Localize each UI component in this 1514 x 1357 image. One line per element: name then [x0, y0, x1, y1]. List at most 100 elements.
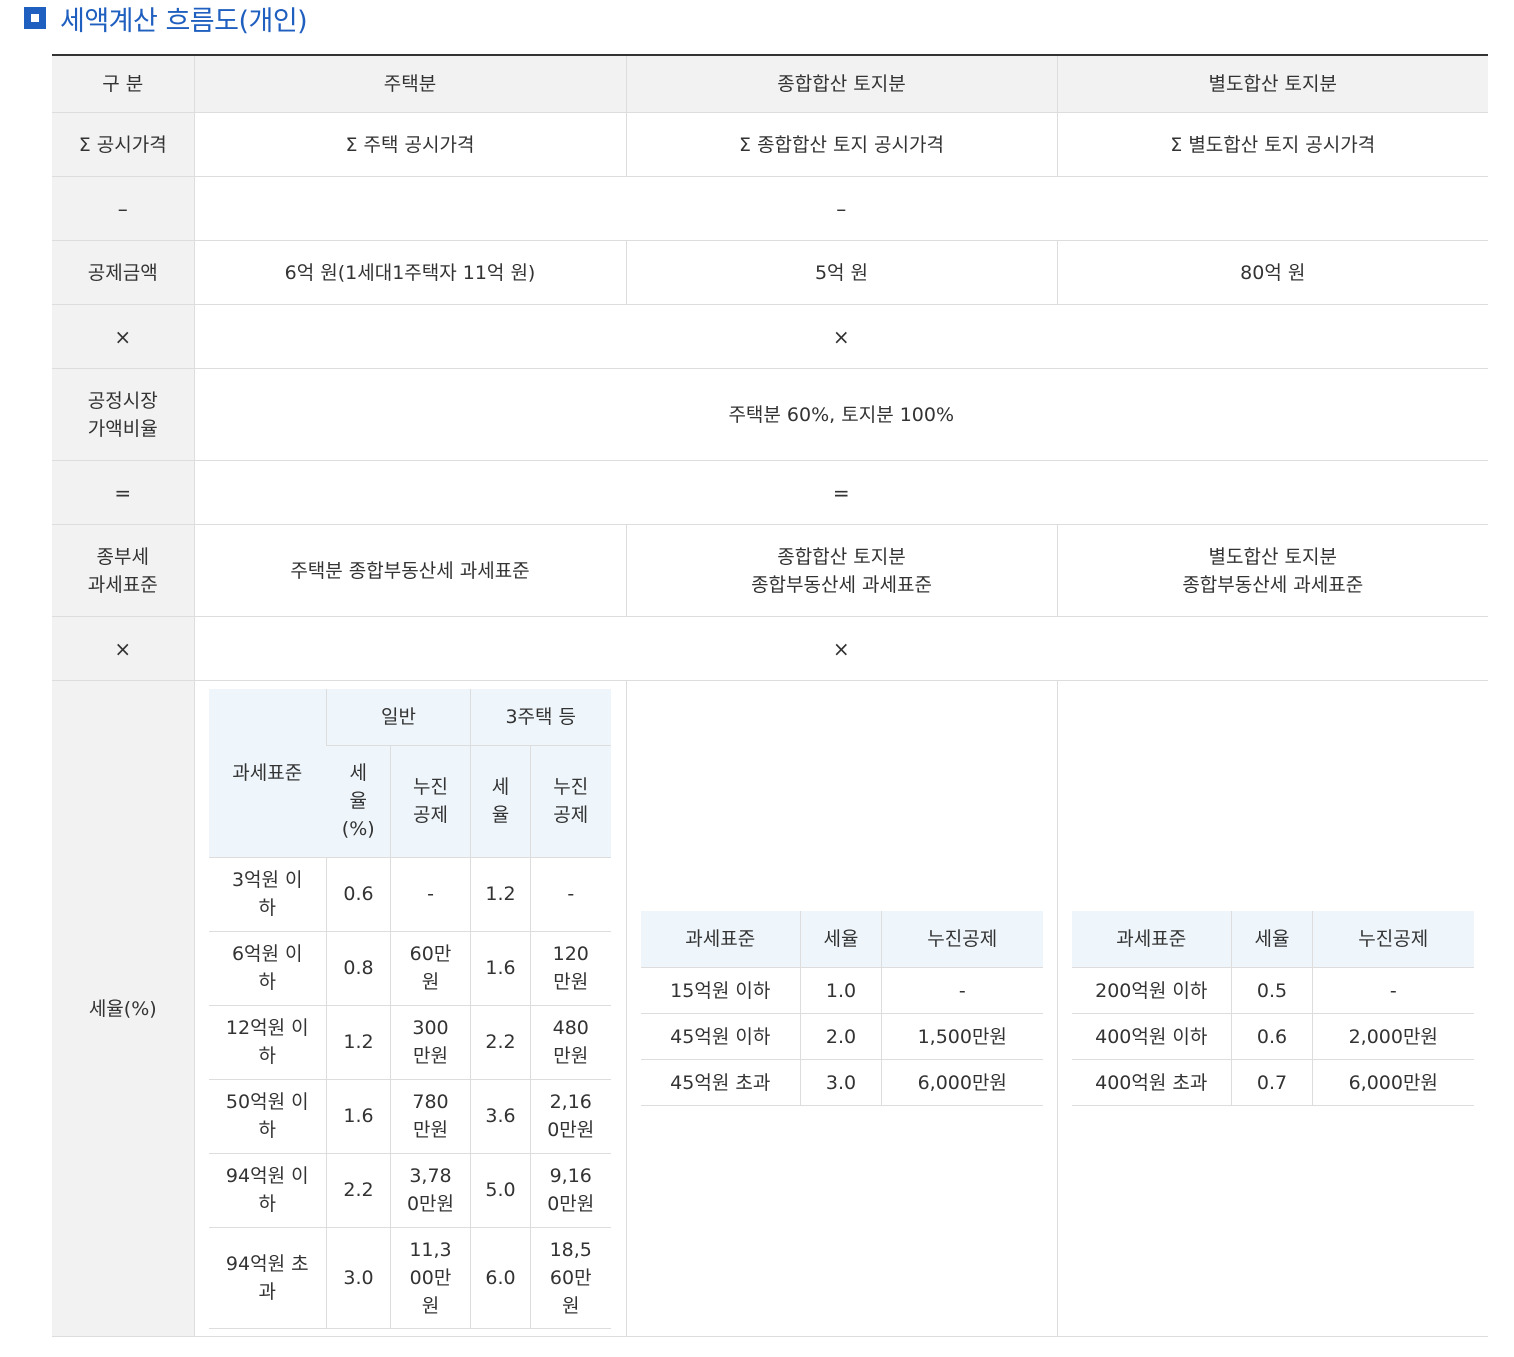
ded-l2: 만원: [553, 971, 589, 993]
house-base-l1: 12억원 이: [225, 1017, 309, 1039]
house-header-rate-3: 세 율: [470, 745, 531, 858]
row-market-ratio: 공정시장 가액비율 주택분 60%, 토지분 100%: [52, 368, 1488, 461]
house-base-cell: 6억원 이하: [208, 931, 327, 1006]
comp-deduction: 6,000만원: [881, 1059, 1043, 1107]
house-base-l1: 50억원 이: [225, 1091, 309, 1113]
house-rate-three: 6.0: [470, 1227, 531, 1329]
sep-tax-base: 400억원 이하: [1071, 1013, 1232, 1061]
house-header-three-houses: 3주택 등: [469, 689, 611, 746]
sep-header-tax-base: 과세표준: [1071, 911, 1232, 969]
house-header-deduction-3: 누진 공제: [529, 745, 611, 858]
table-row: 45억원 초과 3.0 6,000만원: [640, 1059, 1043, 1107]
sep-deduction: 6,000만원: [1312, 1059, 1474, 1107]
sep-rate-table: 과세표준 세율 누진공제 200억원 이하 0.5 - 400억원 이하 0.6: [1071, 911, 1474, 1107]
house-rate-general: 1.6: [326, 1079, 391, 1154]
row-deduction: 공제금액 6억 원(1세대1주택자 11억 원) 5억 원 80억 원: [52, 240, 1488, 305]
comp-header-tax-base: 과세표준: [640, 911, 801, 969]
table-row: 15억원 이하 1.0 -: [640, 967, 1043, 1015]
comp-tax-base: 45억원 초과: [640, 1059, 801, 1107]
house-base-cell: 94억원 이하: [208, 1153, 327, 1228]
page-heading: 세액계산 흐름도(개인): [24, 0, 308, 37]
ded-l3: 원: [562, 1294, 580, 1317]
sep-deduction: 80억 원: [1056, 240, 1488, 305]
sep-header-rate: 세율: [1231, 911, 1313, 969]
house-header-rate-l3: (%): [341, 818, 375, 840]
house-header-deduction-3-l2: 공제: [553, 804, 589, 826]
sep-header-deduction: 누진공제: [1312, 911, 1474, 969]
comp-tax-base-line1: 종합합산 토지분: [777, 545, 906, 568]
house-rate-general: 0.8: [326, 931, 391, 1006]
house-deduction-three: 2,16 0만원: [529, 1079, 611, 1154]
label-deduction: 공제금액: [52, 240, 194, 305]
house-header-rate-l2: 율: [349, 790, 367, 812]
ded-l2: 0만원: [547, 1193, 595, 1215]
house-base-l2: 하: [258, 1193, 276, 1215]
ded-l1: 2,16: [549, 1091, 592, 1113]
comp-header-deduction: 누진공제: [881, 911, 1043, 969]
house-rate-three: 2.2: [470, 1005, 531, 1080]
row-tax-base: 종부세 과세표준 주택분 종합부동산세 과세표준 종합합산 토지분 종합부동산세…: [52, 524, 1488, 617]
comp-deduction: 5억 원: [625, 240, 1057, 305]
house-rate-three: 1.6: [470, 931, 531, 1006]
comp-header-rate: 세율: [800, 911, 882, 969]
times-label-2: ×: [52, 616, 194, 681]
house-header-rate-3-l2: 율: [491, 804, 510, 826]
house-base-cell: 50억원 이하: [208, 1079, 327, 1154]
sep-tax-base: 400억원 초과: [1071, 1059, 1232, 1107]
ded-l1: 780: [412, 1091, 449, 1113]
house-base-l2: 하: [258, 897, 276, 919]
header-category: 구 분: [52, 54, 194, 113]
equals-label: =: [52, 460, 194, 525]
house-rate-three: 1.2: [470, 857, 531, 932]
table-row: 12억원 이하 1.2 300 만원 2.2 480 만원: [208, 1005, 611, 1080]
ded-l2: 만원: [553, 1045, 589, 1067]
label-tax-base-line1: 종부세: [96, 545, 149, 568]
minus-operator: –: [193, 176, 1488, 241]
house-base-l1: 6억원 이: [231, 943, 303, 965]
label-market-ratio-line2: 가액비율: [87, 417, 158, 440]
comp-rate: 2.0: [800, 1013, 882, 1061]
house-deduction-general: 3,78 0만원: [390, 1153, 471, 1228]
table-row: 6억원 이하 0.8 60만 원 1.6 120 만원: [208, 931, 611, 1006]
house-deduction-general: 300 만원: [390, 1005, 471, 1080]
house-deduction-general: 780 만원: [390, 1079, 471, 1154]
house-base-l2: 과: [258, 1280, 276, 1303]
sep-rate: 0.6: [1231, 1013, 1313, 1061]
ded-l1: 480: [552, 1017, 589, 1039]
comp-tax-base: 15억원 이하: [640, 967, 801, 1015]
label-market-ratio: 공정시장 가액비율: [52, 368, 194, 461]
house-header-deduction-3-l1: 누진: [553, 776, 589, 798]
house-header-general: 일반: [326, 689, 471, 746]
house-header-deduction-l2: 공제: [413, 804, 448, 826]
house-official-price: Σ 주택 공시가격: [193, 112, 626, 177]
table-header-row: 구 분 주택분 종합합산 토지분 별도합산 토지분: [52, 54, 1488, 113]
house-base-l1: 94억원 초: [225, 1252, 309, 1275]
comp-deduction: 1,500만원: [881, 1013, 1043, 1061]
house-deduction-three: 120 만원: [529, 931, 611, 1006]
table-row: 200억원 이하 0.5 -: [1071, 967, 1474, 1015]
header-separate-land: 별도합산 토지분: [1056, 54, 1488, 113]
ded-l2: 만원: [413, 1119, 448, 1141]
comp-rate-cell: 과세표준 세율 누진공제 15억원 이하 1.0 - 45억원 이하 2.0 1…: [625, 680, 1057, 1338]
ded-l2: 00만: [409, 1266, 452, 1289]
table-row: 400억원 초과 0.7 6,000만원: [1071, 1059, 1474, 1107]
house-rate-general: 1.2: [326, 1005, 391, 1080]
ded-l2: 60만: [549, 1266, 592, 1289]
ded-l3: 원: [421, 1294, 440, 1317]
ded-l1: 300: [412, 1017, 449, 1039]
house-base-l2: 하: [258, 1119, 276, 1141]
ded-l1: 18,5: [549, 1238, 592, 1261]
sep-deduction: -: [1312, 967, 1474, 1015]
house-rate-table: 과세표준 일반 3주택 등 세 율 (%) 누진 공제 세 율 누진 공제 3억…: [208, 689, 611, 1329]
sep-tax-base: 별도합산 토지분 종합부동산세 과세표준: [1056, 524, 1488, 617]
house-rate-general: 3.0: [326, 1227, 391, 1329]
house-base-l2: 하: [258, 971, 276, 993]
sep-tax-base-line1: 별도합산 토지분: [1208, 545, 1337, 568]
ded-l1: 11,3: [409, 1238, 452, 1261]
ded-l2: 원: [421, 971, 440, 993]
equals-operator: =: [193, 460, 1488, 525]
comp-rate-table: 과세표준 세율 누진공제 15억원 이하 1.0 - 45억원 이하 2.0 1…: [640, 911, 1043, 1107]
house-rate-three: 5.0: [470, 1153, 531, 1228]
label-tax-base-line2: 과세표준: [87, 573, 158, 596]
table-row: 45억원 이하 2.0 1,500만원: [640, 1013, 1043, 1061]
